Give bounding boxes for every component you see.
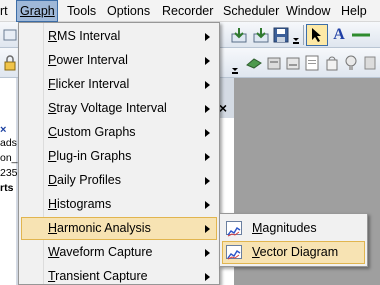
menu-item-label: ower Interval bbox=[56, 53, 128, 67]
menu-graph-label: Graph bbox=[20, 4, 55, 18]
lock-icon[interactable] bbox=[1, 54, 19, 72]
menu-options[interactable]: Options bbox=[107, 0, 150, 22]
menu-item-label: armonic Analysis bbox=[57, 221, 151, 235]
menu-tools[interactable]: Tools bbox=[67, 0, 96, 22]
line-tool-icon[interactable] bbox=[350, 26, 372, 44]
menu-item-mnemonic: H bbox=[48, 197, 58, 211]
toolbar-separator bbox=[303, 25, 304, 45]
menu-item-daily-profiles[interactable]: Daily Profiles bbox=[21, 169, 217, 192]
left-panel-line: on_ bbox=[0, 152, 18, 164]
menu-item-mnemonic: H bbox=[48, 221, 58, 235]
menu-item-transient-capture[interactable]: Transient Capture bbox=[21, 265, 217, 285]
left-panel-line: rts bbox=[0, 182, 14, 194]
folder-cabinet-icon[interactable] bbox=[284, 54, 302, 72]
chevron-right-icon bbox=[205, 153, 210, 161]
menu-window[interactable]: Window bbox=[286, 0, 330, 22]
chevron-right-icon bbox=[205, 273, 210, 281]
menu-item-label: ustom Graphs bbox=[57, 125, 136, 139]
menu-item-harmonic-analysis[interactable]: Harmonic Analysis bbox=[21, 217, 217, 240]
light-bulb-icon[interactable] bbox=[342, 54, 360, 72]
menu-item-mnemonic: R bbox=[48, 29, 58, 43]
text-tool-icon[interactable]: A bbox=[330, 26, 348, 44]
menu-item-power-interval[interactable]: Power Interval bbox=[21, 49, 217, 72]
menu-recorder[interactable]: Recorder bbox=[162, 0, 213, 22]
chevron-right-icon bbox=[205, 225, 210, 233]
left-panel-tree-marker: × bbox=[0, 124, 7, 136]
menu-item-label: istograms bbox=[57, 197, 112, 211]
pointer-tool-button[interactable] bbox=[306, 24, 328, 46]
submenu-item-label: ector Diagram bbox=[259, 245, 339, 259]
menu-item-mnemonic: W bbox=[48, 245, 60, 259]
chart-icon bbox=[226, 221, 242, 237]
submenu-item-vector-diagram[interactable]: Vector Diagram bbox=[222, 241, 365, 264]
document-icon[interactable] bbox=[303, 54, 321, 72]
harmonic-analysis-submenu: Magnitudes Vector Diagram bbox=[219, 213, 368, 267]
shopping-bag-icon[interactable] bbox=[323, 54, 341, 72]
menu-item-label: aveform Capture bbox=[59, 245, 153, 259]
chevron-right-icon bbox=[205, 105, 210, 113]
submenu-item-magnitudes[interactable]: Magnitudes bbox=[222, 217, 365, 240]
cabinet-icon[interactable] bbox=[265, 54, 283, 72]
menu-item-label: MS Interval bbox=[57, 29, 121, 43]
left-panel-line: 235 bbox=[0, 167, 18, 179]
menu-item-label: lug-in Graphs bbox=[56, 149, 132, 163]
menu-item-mnemonic: F bbox=[48, 77, 56, 91]
chevron-right-icon bbox=[205, 249, 210, 257]
chevron-right-icon bbox=[205, 81, 210, 89]
chevron-right-icon bbox=[205, 201, 210, 209]
menu-item-custom-graphs[interactable]: Custom Graphs bbox=[21, 121, 217, 144]
menu-item-mnemonic: D bbox=[48, 173, 58, 187]
menu-item-label: tray Voltage Interval bbox=[56, 101, 167, 115]
menu-item-label: aily Profiles bbox=[57, 173, 121, 187]
menu-report[interactable]: rt bbox=[0, 0, 8, 22]
menu-item-label: licker Interval bbox=[55, 77, 130, 91]
menu-item-plug-in-graphs[interactable]: Plug-in Graphs bbox=[21, 145, 217, 168]
menu-item-waveform-capture[interactable]: Waveform Capture bbox=[21, 241, 217, 264]
chevron-right-icon bbox=[205, 57, 210, 65]
submenu-item-mnemonic: V bbox=[252, 245, 260, 259]
chevron-right-icon bbox=[205, 33, 210, 41]
toolbar-overflow-icon-2[interactable] bbox=[231, 60, 239, 78]
toolbar-icon-left[interactable] bbox=[1, 26, 19, 44]
menu-item-mnemonic: C bbox=[48, 125, 58, 139]
toolbar-overflow-icon[interactable] bbox=[292, 30, 300, 48]
gray-tool-icon[interactable] bbox=[361, 54, 379, 72]
menu-item-flicker-interval[interactable]: Flicker Interval bbox=[21, 73, 217, 96]
left-panel: × ads on_ 235 rts bbox=[0, 78, 18, 285]
menu-scheduler[interactable]: Scheduler bbox=[223, 0, 279, 22]
menu-item-stray-voltage-interval[interactable]: Stray Voltage Interval bbox=[21, 97, 217, 120]
menu-bar: rt Graph Tools Options Recorder Schedule… bbox=[0, 0, 380, 22]
chart-icon bbox=[226, 245, 242, 260]
submenu-item-label: agnitudes bbox=[262, 221, 317, 235]
menu-help[interactable]: Help bbox=[341, 0, 367, 22]
menu-item-histograms[interactable]: Histograms bbox=[21, 193, 217, 216]
chevron-right-icon bbox=[205, 177, 210, 185]
menu-item-rms-interval[interactable]: RMS Interval bbox=[21, 25, 217, 48]
left-panel-line: ads bbox=[0, 137, 17, 149]
menu-item-label: ransient Capture bbox=[55, 269, 148, 283]
download-all-icon[interactable] bbox=[252, 26, 270, 44]
graph-menu-dropdown: RMS Interval Power Interval Flicker Inte… bbox=[18, 22, 220, 285]
chevron-right-icon bbox=[205, 129, 210, 137]
menu-graph[interactable]: Graph bbox=[16, 0, 58, 22]
submenu-item-mnemonic: M bbox=[252, 221, 263, 235]
save-icon[interactable] bbox=[272, 26, 290, 44]
satellite-icon[interactable] bbox=[245, 54, 263, 72]
download-icon[interactable] bbox=[230, 26, 248, 44]
